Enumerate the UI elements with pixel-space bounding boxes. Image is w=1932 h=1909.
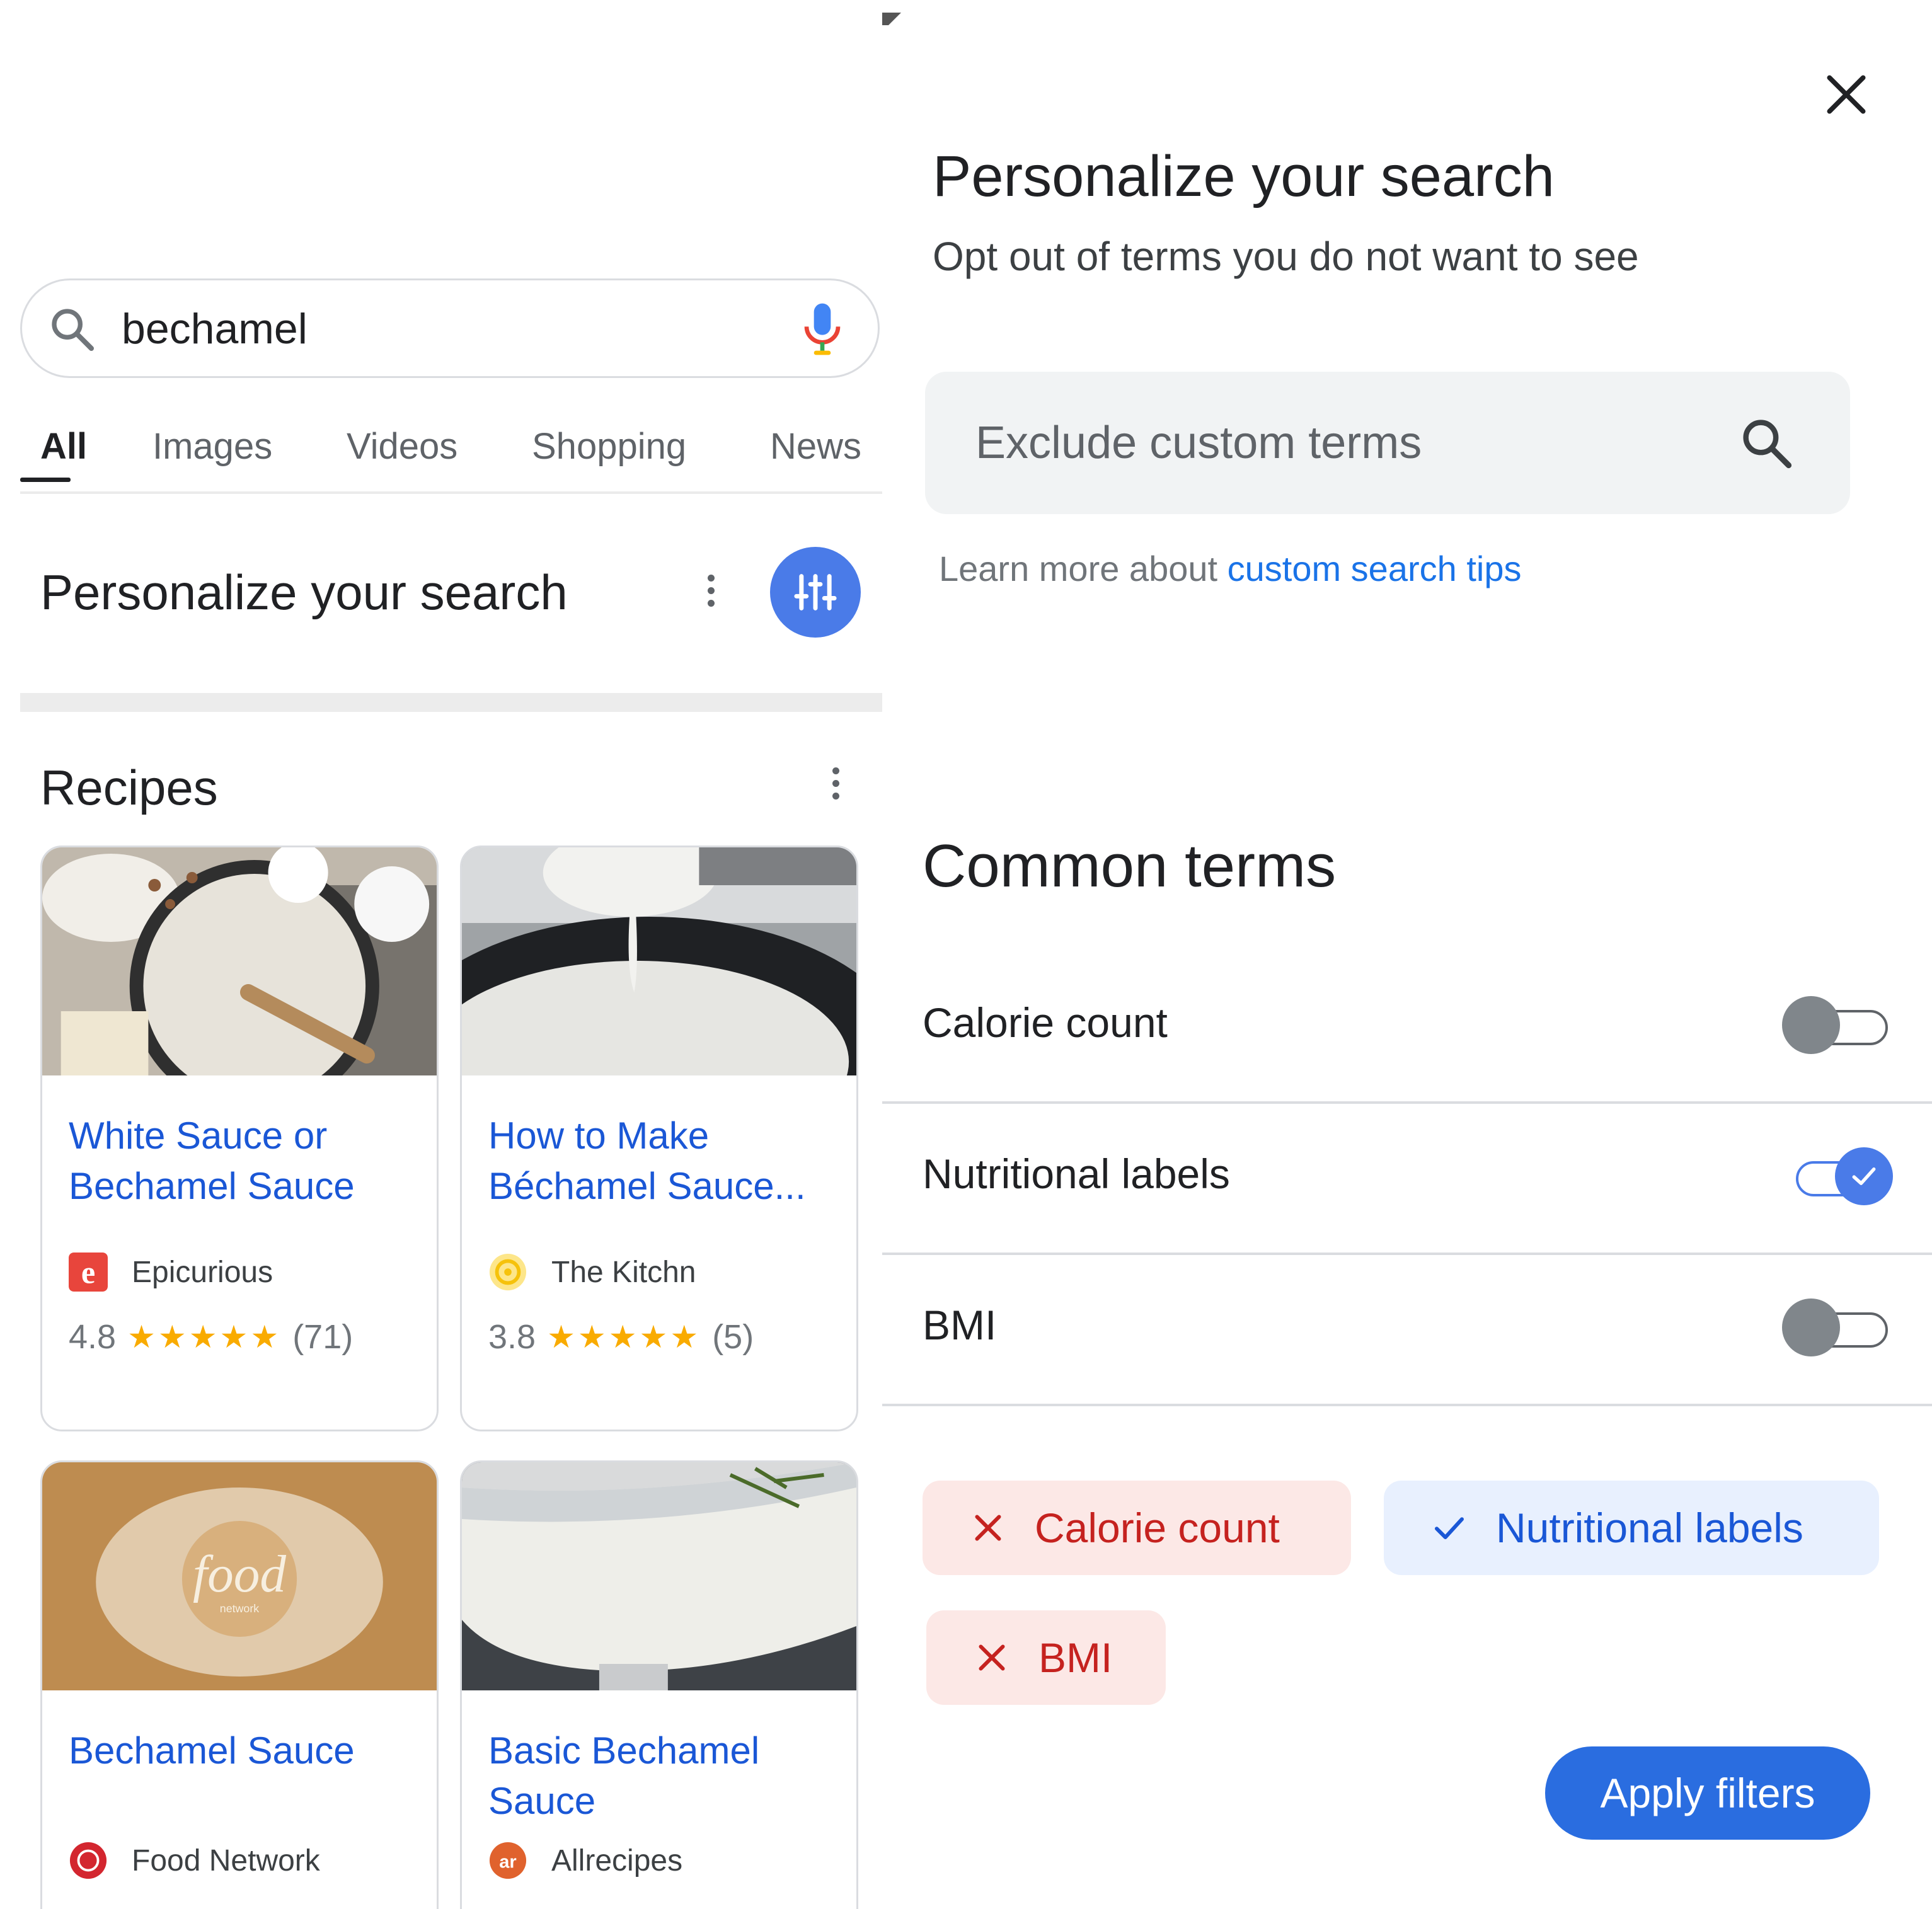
recipe-rating: 4.8 ★★★★★ (71) <box>69 1317 353 1356</box>
allrecipes-logo-icon: ar <box>489 1842 527 1879</box>
recipe-image <box>462 1462 856 1690</box>
recipe-source-name: Epicurious <box>132 1255 273 1289</box>
close-icon[interactable] <box>1821 69 1872 120</box>
recipe-title-link[interactable]: How to Make Béchamel Sauce... <box>488 1111 841 1212</box>
check-icon <box>1852 1167 1876 1185</box>
row-divider <box>882 1101 1932 1104</box>
rating-value: 4.8 <box>69 1318 117 1356</box>
term-label: Calorie count <box>923 999 1168 1046</box>
microphone-icon[interactable] <box>797 299 848 362</box>
tab-shopping[interactable]: Shopping <box>532 425 686 467</box>
chip-label: Nutritional labels <box>1496 1505 1803 1551</box>
review-count: (71) <box>292 1318 354 1356</box>
tune-icon <box>794 574 837 611</box>
chip-bmi[interactable]: BMI <box>926 1610 1166 1705</box>
exclude-terms-field[interactable] <box>925 372 1850 514</box>
term-label: BMI <box>923 1302 997 1348</box>
section-divider <box>20 693 882 712</box>
search-query[interactable]: bechamel <box>122 304 308 353</box>
the-kitchn-logo-icon <box>489 1253 527 1291</box>
term-label: Nutritional labels <box>923 1150 1230 1197</box>
chip-label: BMI <box>1038 1634 1113 1681</box>
svg-text:e: e <box>81 1254 95 1290</box>
recipe-source-name: Food Network <box>132 1843 320 1877</box>
recipe-image <box>42 847 437 1075</box>
recipe-card[interactable]: food network Bechamel Sauce Food Network <box>40 1460 439 1909</box>
term-row-bmi: BMI <box>882 1257 1932 1404</box>
svg-text:ar: ar <box>499 1852 516 1872</box>
recipe-source: The Kitchn <box>488 1252 696 1292</box>
recipe-source: ar Allrecipes <box>488 1840 682 1881</box>
row-divider <box>882 1253 1932 1255</box>
personalize-panel: Personalize your search Opt out of terms… <box>882 0 1932 1909</box>
panel-subtitle: Opt out of terms you do not want to see <box>933 234 1639 279</box>
search-icon <box>52 309 94 351</box>
search-results-panel: bechamel All Images Videos Shopping News… <box>0 0 882 1909</box>
tab-videos[interactable]: Videos <box>347 425 457 467</box>
bmi-toggle[interactable] <box>1782 1297 1893 1358</box>
search-icon[interactable] <box>1738 415 1796 473</box>
close-icon <box>979 1644 1005 1671</box>
recipe-rating: 3.8 ★★★★★ (5) <box>488 1317 754 1356</box>
recipe-card[interactable]: White Sauce or Bechamel Sauce e Epicurio… <box>40 846 439 1431</box>
common-terms-heading: Common terms <box>923 832 1337 900</box>
rating-value: 3.8 <box>488 1318 536 1356</box>
close-icon <box>975 1515 1001 1541</box>
food-network-logo-icon <box>69 1842 107 1879</box>
active-tab-indicator <box>20 478 71 482</box>
panel-title: Personalize your search <box>933 144 1555 209</box>
recipes-heading: Recipes <box>40 760 218 815</box>
personalize-button[interactable] <box>770 547 861 638</box>
rating-stars-icon: ★★★★★ <box>547 1319 701 1355</box>
term-row-nutritional-labels: Nutritional labels <box>882 1106 1932 1253</box>
recipe-source: Food Network <box>69 1840 320 1881</box>
exclude-terms-input[interactable] <box>974 404 1708 481</box>
chip-nutritional-labels[interactable]: Nutritional labels <box>1384 1481 1879 1575</box>
recipes-more-icon[interactable] <box>829 767 842 808</box>
recipe-title-link[interactable]: White Sauce or Bechamel Sauce <box>69 1111 422 1212</box>
recipe-title-link[interactable]: Bechamel Sauce <box>69 1726 422 1776</box>
check-icon <box>1435 1517 1464 1539</box>
learn-more-prefix: Learn more about <box>939 549 1228 588</box>
rating-stars-icon: ★★★★★ <box>127 1319 282 1355</box>
row-divider <box>882 1404 1932 1406</box>
recipe-title-link[interactable]: Basic Bechamel Sauce <box>488 1726 841 1826</box>
search-tabs: All Images Videos Shopping News <box>20 413 882 494</box>
recipe-source-name: The Kitchn <box>551 1255 696 1289</box>
recipe-source-name: Allrecipes <box>551 1843 683 1877</box>
chip-calorie-count[interactable]: Calorie count <box>923 1481 1351 1575</box>
food-network-logo-subtext: network <box>220 1602 259 1615</box>
recipe-source: e Epicurious <box>69 1252 273 1292</box>
recipe-image: food network <box>42 1462 437 1690</box>
review-count: (5) <box>712 1318 754 1356</box>
custom-search-tips-link[interactable]: custom search tips <box>1228 549 1522 588</box>
chip-label: Calorie count <box>1035 1505 1280 1551</box>
food-network-logo-text: food <box>193 1545 286 1603</box>
epicurious-logo-icon: e <box>69 1253 108 1292</box>
recipe-card[interactable]: How to Make Béchamel Sauce... The Kitchn… <box>460 846 858 1431</box>
calorie-count-toggle[interactable] <box>1782 995 1893 1055</box>
corner-mark-icon <box>882 13 901 25</box>
term-row-calorie-count: Calorie count <box>882 955 1932 1102</box>
apply-filters-button[interactable]: Apply filters <box>1545 1746 1870 1840</box>
personalize-heading: Personalize your search <box>40 565 568 620</box>
nutritional-labels-toggle[interactable] <box>1782 1146 1893 1207</box>
more-options-icon[interactable] <box>704 575 717 615</box>
tab-images[interactable]: Images <box>152 425 272 467</box>
tab-all[interactable]: All <box>40 425 87 467</box>
tab-news[interactable]: News <box>770 425 861 467</box>
learn-more-text: Learn more about custom search tips <box>939 548 1521 589</box>
recipe-card[interactable]: Basic Bechamel Sauce ar Allrecipes <box>460 1460 858 1909</box>
search-bar[interactable]: bechamel <box>20 278 880 378</box>
recipe-image <box>462 847 856 1075</box>
